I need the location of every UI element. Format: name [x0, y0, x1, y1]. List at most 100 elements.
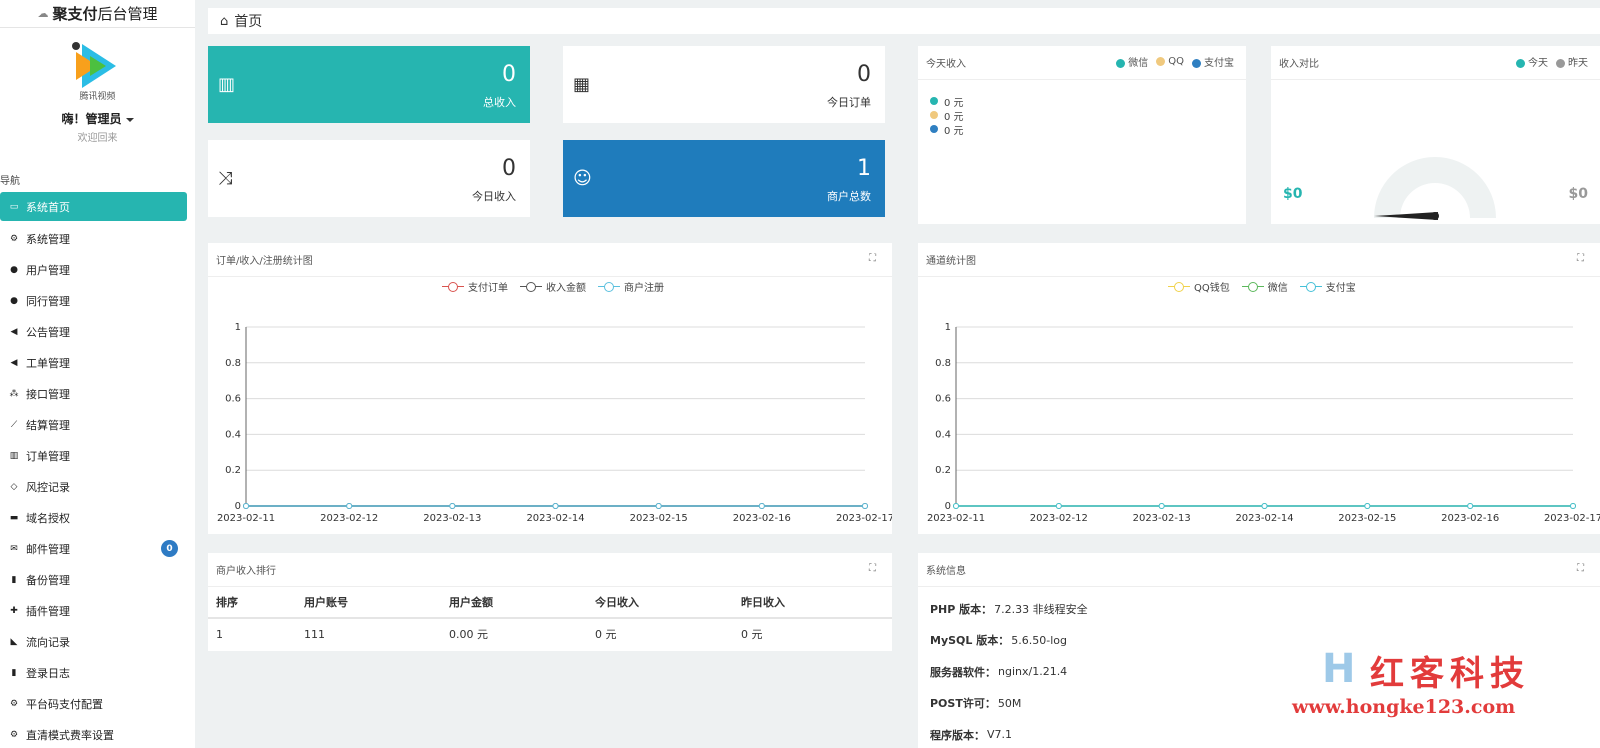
- rank-table: 排序 用户账号 用户金额 今日收入 昨日收入 1 111 0.00 元0 元0 元: [208, 587, 892, 649]
- volume-icon: ◀: [10, 357, 18, 368]
- puzzle-icon: ✚: [10, 605, 18, 616]
- legend-item[interactable]: 支付宝: [1192, 54, 1234, 69]
- sidebar-item-13[interactable]: ✚ 插件管理: [0, 595, 195, 626]
- x-tick-label: 2023-02-17: [836, 513, 892, 524]
- user-icon: ☺: [573, 168, 592, 189]
- panel-header: 收入对比 今天 昨天: [1271, 46, 1600, 80]
- today-income-panel: 今天收入 微信 QQ 支付宝 0 元 0 元 0 元: [918, 46, 1246, 224]
- nav-title: 导航: [0, 176, 20, 187]
- data-point[interactable]: [449, 503, 456, 509]
- x-tick-label: 2023-02-13: [1133, 513, 1191, 524]
- y-tick-label: 0.8: [935, 358, 951, 369]
- x-tick-label: 2023-02-12: [1030, 513, 1088, 524]
- legend-item[interactable]: 微信: [1116, 54, 1148, 69]
- table-cell: 0.00 元: [449, 628, 488, 641]
- expand-icon[interactable]: ⛶: [1577, 253, 1584, 264]
- expand-icon[interactable]: ⛶: [869, 563, 876, 574]
- sidebar-item-9[interactable]: ◇ 风控记录: [0, 471, 195, 502]
- yesterday-amount: $0: [1568, 186, 1588, 202]
- x-tick-label: 2023-02-15: [1338, 513, 1396, 524]
- legend-dot: [1156, 56, 1166, 66]
- channel-chart: 0 0.2 0.4 0.6 0.8 1 2023-02-11 2023-02-12 2023-0…: [927, 322, 1600, 524]
- info-key: POST许可：: [930, 697, 996, 711]
- sidebar-item-8[interactable]: ▥ 订单管理: [0, 440, 195, 471]
- sidebar-item-12[interactable]: ▮ 备份管理: [0, 564, 195, 595]
- amount-value: 0 元: [944, 111, 964, 123]
- watermark-title: 红客科技: [1370, 654, 1530, 694]
- data-point[interactable]: [1570, 503, 1576, 509]
- sidebar-item-17[interactable]: ⚙ 直清模式费率设置: [0, 719, 195, 748]
- sidebar-item-2[interactable]: ● 用户管理: [0, 254, 195, 285]
- today-orders-value: 0: [857, 62, 871, 87]
- welcome-text: 欢迎回来: [77, 133, 118, 144]
- info-key: 服务器软件：: [930, 665, 996, 679]
- sidebar-item-label: 邮件管理: [26, 542, 70, 556]
- panel-header: 今天收入 微信 QQ 支付宝: [918, 46, 1246, 80]
- data-point[interactable]: [1158, 503, 1165, 509]
- x-tick-label: 2023-02-11: [217, 513, 275, 524]
- legend-item[interactable]: 今天: [1516, 54, 1548, 69]
- sidebar-item-6[interactable]: ⁂ 接口管理: [0, 378, 195, 409]
- admin-menu[interactable]: 嗨！管理员: [0, 110, 195, 127]
- legend-label: QQ: [1168, 56, 1184, 67]
- total-income-label: 总收入: [483, 96, 516, 109]
- y-tick-label: 0.8: [225, 358, 241, 369]
- data-point[interactable]: [1261, 503, 1268, 509]
- info-value: V7.1: [987, 728, 1013, 742]
- brand[interactable]: ☁ 聚支付 后台管理: [0, 0, 195, 28]
- sidebar-item-7[interactable]: ⟋ 结算管理: [0, 409, 195, 440]
- logo-caption: 腾讯视频: [79, 92, 116, 102]
- info-value: 7.2.33 非线程安全: [994, 602, 1088, 616]
- sidebar-item-label: 直清模式费率设置: [26, 728, 114, 742]
- table-row: 1 111 0.00 元0 元0 元: [208, 618, 892, 649]
- info-value: nginx/1.21.4: [998, 665, 1068, 679]
- table-header-row: 排序 用户账号 用户金额 今日收入 昨日收入: [208, 587, 892, 619]
- data-point[interactable]: [953, 503, 959, 509]
- legend-dot: [930, 97, 938, 105]
- x-tick-label: 2023-02-15: [630, 513, 688, 524]
- gauge-hub: [1431, 212, 1439, 220]
- sidebar-item-5[interactable]: ◀ 工单管理: [0, 347, 195, 378]
- data-point[interactable]: [758, 503, 765, 509]
- sidebar-item-4[interactable]: ◀ 公告管理: [0, 316, 195, 347]
- data-point[interactable]: [346, 503, 353, 509]
- order-chart-panel: 订单/收入/注册统计图 ⛶ 支付订单 收入金额 商户注册 0 0.2 0.4 0.6 0.8…: [208, 243, 892, 534]
- code-icon: ◇: [10, 481, 18, 492]
- tile-today-orders: ▦ 0 今日订单: [563, 46, 885, 123]
- page-title: 首页: [234, 14, 263, 30]
- sidebar-item-label: 系统首页: [26, 200, 70, 214]
- data-point[interactable]: [552, 503, 559, 509]
- total-income-value: 0: [502, 62, 516, 87]
- table-cell: 0 元: [595, 628, 617, 641]
- bar-chart-icon: ▥: [9, 450, 19, 461]
- y-tick-label: 0: [945, 501, 951, 512]
- data-point[interactable]: [1055, 503, 1062, 509]
- compare-legend: 今天 昨天: [1516, 54, 1588, 69]
- column-header: 用户账号: [296, 587, 441, 619]
- sidebar-item-1[interactable]: ⚙ 系统管理: [0, 223, 195, 254]
- expand-icon[interactable]: ⛶: [1577, 563, 1584, 574]
- sidebar-item-0[interactable]: ▭ 系统首页: [0, 192, 187, 221]
- table-cell: 0 元: [741, 628, 763, 641]
- data-point[interactable]: [1467, 503, 1474, 509]
- sidebar-item-14[interactable]: ◣ 流向记录: [0, 626, 195, 657]
- sidebar-item-3[interactable]: ● 同行管理: [0, 285, 195, 316]
- admin-name: 嗨！管理员: [61, 112, 122, 126]
- expand-icon[interactable]: ⛶: [869, 253, 876, 264]
- legend-item[interactable]: 昨天: [1556, 54, 1588, 69]
- legend-item[interactable]: QQ: [1156, 56, 1184, 67]
- data-point[interactable]: [243, 503, 249, 509]
- avatar: 腾讯视频: [71, 42, 124, 102]
- watermark-logo: H: [1322, 646, 1356, 692]
- legend-label: 今天: [1528, 58, 1548, 69]
- data-point[interactable]: [655, 503, 662, 509]
- column-header: 昨日收入: [733, 587, 892, 619]
- sidebar-item-11[interactable]: ✉ 邮件管理 0: [0, 533, 195, 564]
- panel-header: 系统信息 ⛶: [918, 553, 1600, 587]
- data-point[interactable]: [1364, 503, 1371, 509]
- legend-label: 微信: [1128, 58, 1149, 69]
- data-point[interactable]: [862, 503, 868, 509]
- sidebar-item-16[interactable]: ⚙ 平台码支付配置: [0, 688, 195, 719]
- sidebar-item-15[interactable]: ▮ 登录日志: [0, 657, 195, 688]
- sidebar-item-10[interactable]: ▬ 域名授权: [0, 502, 195, 533]
